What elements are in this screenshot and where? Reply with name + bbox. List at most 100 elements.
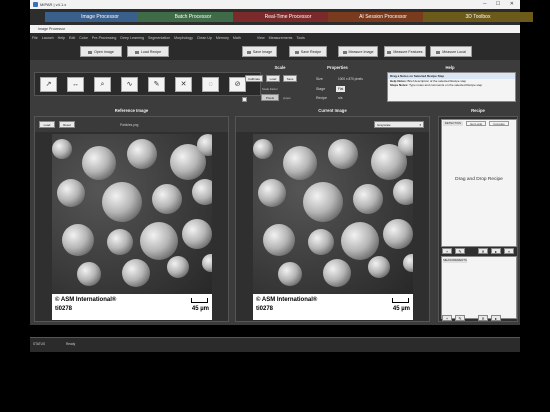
recipe-add-icon[interactable]: +: [442, 248, 452, 254]
measurements-area[interactable]: MEASUREMENTS: [441, 256, 517, 319]
menu-math[interactable]: Math: [233, 36, 241, 40]
clear-icon[interactable]: ⊘: [229, 77, 246, 92]
menu-launch[interactable]: Launch: [42, 36, 54, 40]
particle: [383, 219, 413, 249]
menu-color[interactable]: Color: [79, 36, 88, 40]
status-bar: STATUS Ready: [30, 337, 520, 352]
image-id-text: ti0278: [55, 306, 73, 312]
measurements-label: MEASUREMENTS: [443, 258, 467, 263]
particle: [77, 262, 101, 286]
particle: [368, 256, 390, 278]
menu-measurements[interactable]: Measurements: [269, 36, 293, 40]
scale-factor-field[interactable]: Pixels: [261, 94, 279, 101]
particle: [192, 179, 212, 205]
line-measure-icon[interactable]: ↔: [67, 77, 84, 92]
recipe-delete-icon[interactable]: ✕: [478, 248, 488, 254]
measure-delete-icon[interactable]: ✕: [478, 315, 488, 321]
save-icon: [294, 50, 299, 54]
app-title: MIPAR | v4.1.x: [40, 2, 67, 7]
calibrate-button[interactable]: Calibrate: [245, 75, 263, 82]
recipe-edit-icon[interactable]: ✎: [455, 248, 465, 254]
particle: [328, 139, 358, 169]
reference-reset-button[interactable]: Reset: [59, 121, 75, 128]
recipe-drop-zone[interactable]: DETECTION Get Local Compare Drag and Dro…: [441, 119, 517, 247]
tab-3d-toolbox[interactable]: 3D Toolbox: [423, 12, 533, 22]
reference-load-button[interactable]: Load: [39, 121, 55, 128]
measure-features-button[interactable]: Measure Features: [384, 46, 426, 57]
recipe-step-icon[interactable]: »: [504, 248, 514, 254]
help-title: Help: [445, 65, 455, 70]
recipe-run-icon[interactable]: ▸: [491, 248, 501, 254]
scale-save-button[interactable]: Save: [283, 75, 297, 82]
particle: [353, 184, 383, 214]
menu-tools[interactable]: Tools: [296, 36, 304, 40]
reference-panel-header: Load Reset Particles.png: [35, 117, 228, 132]
steps-notes-row[interactable]: Steps Notes: Type notes and comments on …: [388, 83, 515, 87]
app-title-bar: MIPAR | v4.1.x ─ ☐ ✕: [30, 0, 520, 9]
freehand-icon[interactable]: ∿: [121, 77, 138, 92]
measure-run-icon[interactable]: ▸: [491, 315, 501, 321]
open-image-button[interactable]: Open Image: [80, 46, 122, 57]
menu-view[interactable]: View: [257, 36, 265, 40]
scale-checkbox[interactable]: [242, 97, 247, 102]
load-recipe-button[interactable]: Load Recipe: [127, 46, 169, 57]
particle: [202, 254, 212, 272]
particle: [398, 134, 413, 156]
pencil-icon[interactable]: ✎: [148, 77, 165, 92]
particle: [140, 222, 178, 260]
menu-help[interactable]: Help: [58, 36, 65, 40]
measure-add-icon[interactable]: +: [442, 315, 452, 321]
tab-detection[interactable]: DETECTION: [443, 121, 463, 126]
menu-clean-up[interactable]: Clean Up: [197, 36, 212, 40]
particle: [341, 222, 379, 260]
tab-get-local[interactable]: Get Local: [466, 121, 486, 126]
folder-icon: [88, 50, 93, 54]
menu-deep-learning[interactable]: Deep Learning: [120, 36, 144, 40]
erase-icon[interactable]: ✕: [175, 77, 192, 92]
current-micrograph[interactable]: © ASM International® ti0278 45 µm: [253, 134, 413, 320]
chevron-down-icon: ▾: [419, 123, 421, 127]
particle: [122, 259, 150, 287]
particle: [197, 134, 212, 156]
window-controls[interactable]: ─ ☐ ✕: [483, 0, 518, 9]
menu-memory[interactable]: Memory: [216, 36, 229, 40]
inner-window-title: Image Processor: [30, 25, 520, 33]
select-tool-icon[interactable]: ↗: [40, 77, 57, 92]
particle: [303, 182, 343, 222]
particle: [263, 224, 295, 256]
menu-segmentation[interactable]: Segmentation: [148, 36, 170, 40]
recipe-title: Recipe: [471, 108, 485, 113]
tab-compare[interactable]: Compare: [489, 121, 509, 126]
menu-pre-processing[interactable]: Pre-Processing: [92, 36, 117, 40]
app-logo-icon: [33, 2, 38, 7]
measure-edit-icon[interactable]: ✎: [455, 315, 465, 321]
menu-file[interactable]: File: [32, 36, 38, 40]
property-stage-label: Stage: [316, 87, 326, 91]
measure-image-button[interactable]: Measure Image: [338, 46, 378, 57]
scale-title: Scale: [274, 65, 286, 70]
reference-image-panel: Load Reset Particles.png © ASM Internati…: [34, 116, 229, 322]
menu-morphology[interactable]: Morphology: [174, 36, 193, 40]
save-image-button[interactable]: Save Image: [242, 46, 277, 57]
tab-batch-processor[interactable]: Batch Processor: [138, 12, 248, 22]
scale-load-button[interactable]: Load: [266, 75, 280, 82]
tab-ai-session-processor[interactable]: AI Session Processor: [328, 12, 438, 22]
ruler-icon: [387, 50, 392, 54]
current-panel-header: Grayscale ▾: [236, 117, 429, 132]
measure-local-button[interactable]: Measure Local: [430, 46, 472, 57]
save-recipe-button[interactable]: Save Recipe: [289, 46, 327, 57]
property-stage-value[interactable]: Flat: [336, 86, 346, 92]
scale-factor-label: Scale Factor: [262, 87, 278, 91]
scale-units: px/µm: [283, 96, 291, 100]
color-mode-dropdown[interactable]: Grayscale ▾: [374, 121, 424, 128]
copyright-text: © ASM International®: [55, 297, 117, 303]
menu-edit[interactable]: Edit: [69, 36, 75, 40]
reference-micrograph[interactable]: © ASM International® ti0278 45 µm: [52, 134, 212, 320]
tab-real-time-processor[interactable]: Real-Time Processor: [233, 12, 343, 22]
recipe-panel: DETECTION Get Local Compare Drag and Dro…: [438, 116, 518, 322]
particle: [393, 179, 413, 205]
particle: [52, 139, 72, 159]
help-panel: Drag a Notes on Selected Recipe Step Hel…: [387, 72, 516, 102]
magic-wand-icon[interactable]: ◌: [202, 77, 219, 92]
zoom-icon[interactable]: ⌕: [94, 77, 111, 92]
